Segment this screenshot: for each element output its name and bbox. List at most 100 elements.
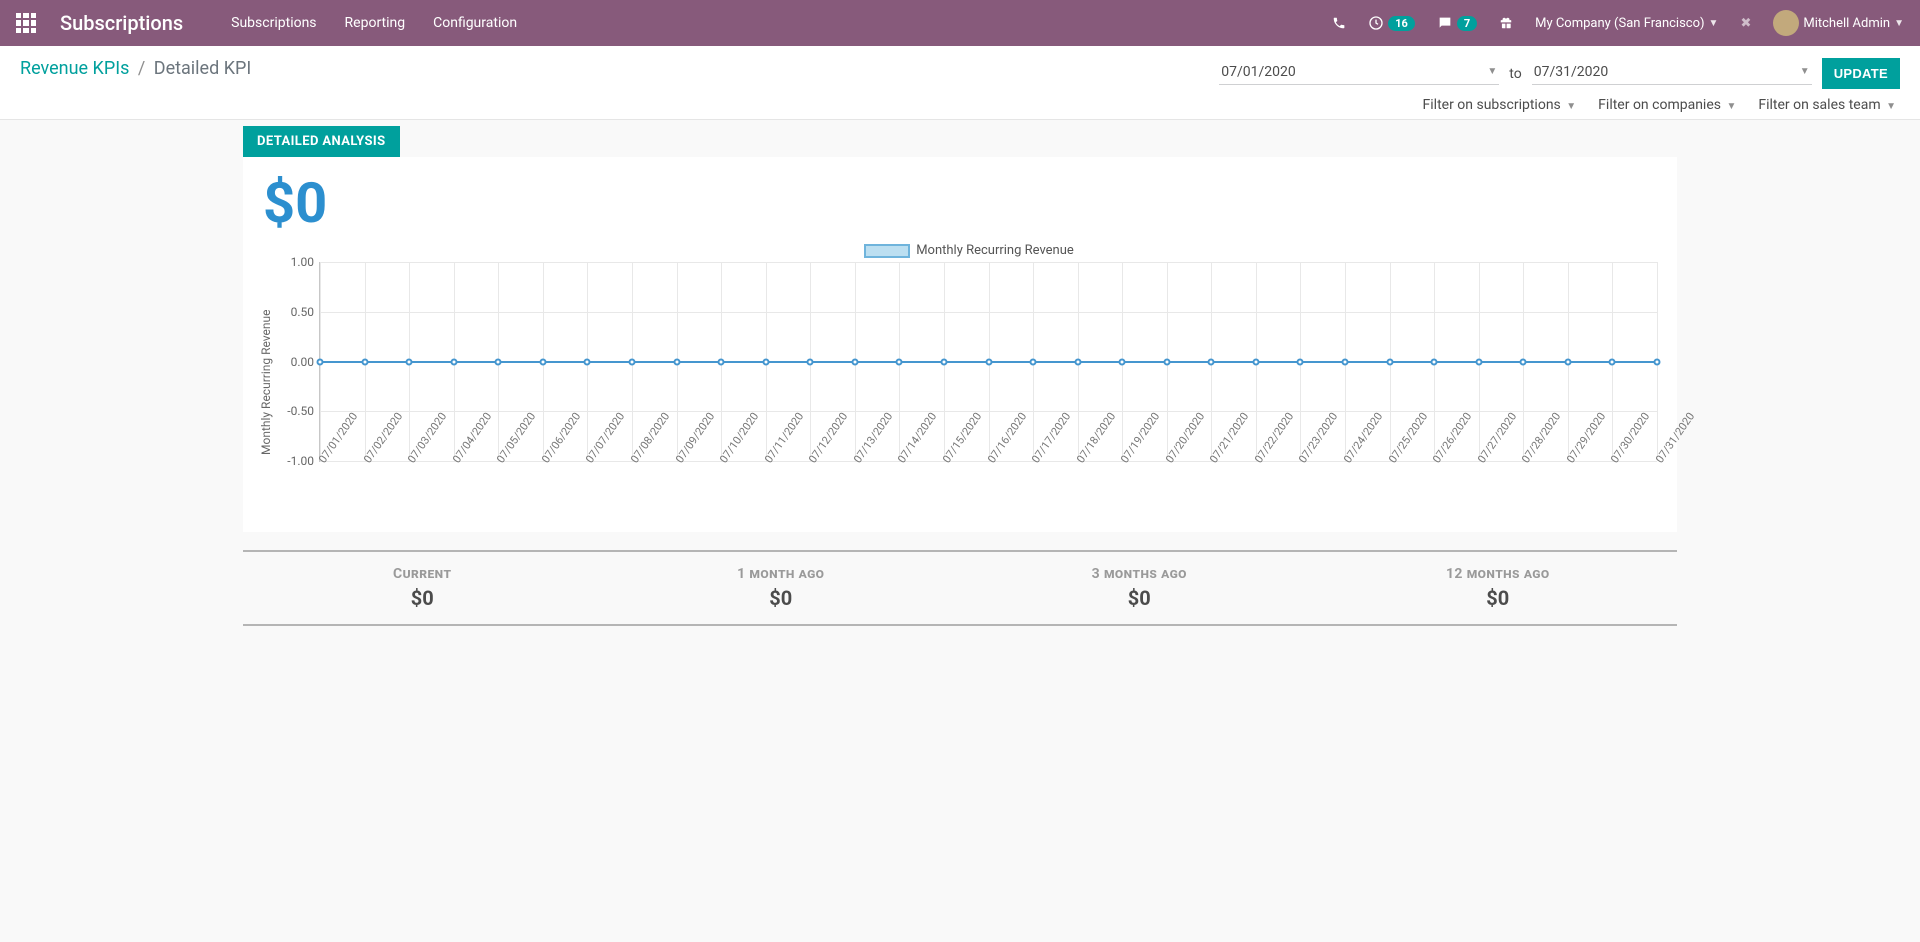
chevron-down-icon: ▼	[1709, 18, 1719, 29]
history-value: $0	[960, 586, 1319, 610]
activity-icon[interactable]: 16	[1368, 15, 1415, 31]
messages-badge: 7	[1457, 16, 1477, 31]
x-tick: 07/16/2020	[985, 410, 1029, 465]
history-label: 12 months ago	[1319, 566, 1678, 582]
data-point[interactable]	[940, 358, 947, 365]
data-point[interactable]	[851, 358, 858, 365]
data-point[interactable]	[1520, 358, 1527, 365]
apps-icon[interactable]	[16, 13, 36, 33]
data-point[interactable]	[450, 358, 457, 365]
chevron-down-icon: ▼	[1566, 101, 1576, 112]
x-tick: 07/20/2020	[1163, 410, 1207, 465]
chevron-down-icon: ▼	[1886, 101, 1896, 112]
filter-companies[interactable]: Filter on companies ▼	[1598, 97, 1736, 113]
chevron-down-icon: ▼	[1726, 101, 1736, 112]
debug-icon[interactable]: ✖	[1740, 16, 1751, 31]
breadcrumb-root[interactable]: Revenue KPIs	[20, 58, 129, 79]
data-point[interactable]	[1030, 358, 1037, 365]
app-brand[interactable]: Subscriptions	[60, 11, 183, 35]
data-point[interactable]	[495, 358, 502, 365]
data-point[interactable]	[807, 358, 814, 365]
company-switcher[interactable]: My Company (San Francisco) ▼	[1535, 16, 1718, 31]
x-tick: 07/22/2020	[1252, 410, 1296, 465]
kpi-card: $0 Monthly Recurring Revenue Monthly Rec…	[243, 157, 1677, 532]
x-tick: 07/29/2020	[1564, 410, 1608, 465]
data-point[interactable]	[584, 358, 591, 365]
x-tick: 07/10/2020	[717, 410, 761, 465]
x-tick: 07/28/2020	[1519, 410, 1563, 465]
data-point[interactable]	[1119, 358, 1126, 365]
data-point[interactable]	[985, 358, 992, 365]
phone-icon[interactable]	[1332, 16, 1346, 30]
history-label: 1 month ago	[602, 566, 961, 582]
y-tick: -1.00	[280, 454, 314, 468]
x-tick: 07/26/2020	[1430, 410, 1474, 465]
history-value: $0	[243, 586, 602, 610]
data-point[interactable]	[1163, 358, 1170, 365]
x-tick: 07/12/2020	[806, 410, 850, 465]
chevron-down-icon: ▼	[1894, 18, 1904, 29]
history-value: $0	[1319, 586, 1678, 610]
history-label: 3 months ago	[960, 566, 1319, 582]
company-name: My Company (San Francisco)	[1535, 16, 1704, 31]
data-point[interactable]	[628, 358, 635, 365]
x-tick: 07/18/2020	[1074, 410, 1118, 465]
chart-legend[interactable]: Monthly Recurring Revenue	[275, 243, 1663, 258]
history-col-3mo: 3 months ago $0	[960, 552, 1319, 624]
data-point[interactable]	[361, 358, 368, 365]
breadcrumb: Revenue KPIs / Detailed KPI	[20, 58, 251, 79]
data-point[interactable]	[539, 358, 546, 365]
data-point[interactable]	[1475, 358, 1482, 365]
data-point[interactable]	[1074, 358, 1081, 365]
y-tick: -0.50	[280, 404, 314, 418]
avatar	[1773, 10, 1799, 36]
data-point[interactable]	[896, 358, 903, 365]
y-tick: 1.00	[280, 255, 314, 269]
data-point[interactable]	[1342, 358, 1349, 365]
activity-badge: 16	[1388, 16, 1415, 31]
x-tick: 07/23/2020	[1296, 410, 1340, 465]
history-value: $0	[602, 586, 961, 610]
data-point[interactable]	[762, 358, 769, 365]
x-tick: 07/11/2020	[762, 410, 806, 465]
chart-plot[interactable]: -1.00-0.500.000.501.0007/01/202007/02/20…	[319, 262, 1657, 462]
y-tick: 0.00	[280, 355, 314, 369]
x-tick: 07/08/2020	[628, 410, 672, 465]
data-point[interactable]	[1252, 358, 1259, 365]
update-button[interactable]: UPDATE	[1822, 58, 1900, 89]
nav-reporting[interactable]: Reporting	[345, 15, 406, 31]
data-point[interactable]	[1609, 358, 1616, 365]
filter-label: Filter on companies	[1598, 97, 1721, 113]
data-point[interactable]	[1208, 358, 1215, 365]
data-point[interactable]	[1654, 358, 1661, 365]
data-point[interactable]	[317, 358, 324, 365]
x-tick: 07/13/2020	[851, 410, 895, 465]
messages-icon[interactable]: 7	[1437, 15, 1477, 31]
user-name: Mitchell Admin	[1803, 16, 1890, 31]
x-tick: 07/19/2020	[1118, 410, 1162, 465]
filter-subscriptions[interactable]: Filter on subscriptions ▼	[1423, 97, 1577, 113]
data-point[interactable]	[406, 358, 413, 365]
data-point[interactable]	[1431, 358, 1438, 365]
data-point[interactable]	[1564, 358, 1571, 365]
chart-y-axis-label: Monthly Recurring Revenue	[257, 243, 275, 522]
nav-configuration[interactable]: Configuration	[433, 15, 517, 31]
data-point[interactable]	[1386, 358, 1393, 365]
x-tick: 07/14/2020	[895, 410, 939, 465]
data-point[interactable]	[1297, 358, 1304, 365]
date-end-input[interactable]: 07/31/2020 ▼	[1532, 62, 1812, 85]
data-point[interactable]	[673, 358, 680, 365]
tab-detailed-analysis[interactable]: DETAILED ANALYSIS	[243, 126, 400, 157]
x-tick: 07/31/2020	[1653, 410, 1697, 465]
data-point[interactable]	[718, 358, 725, 365]
x-tick: 07/03/2020	[405, 410, 449, 465]
x-tick: 07/25/2020	[1386, 410, 1430, 465]
user-menu[interactable]: Mitchell Admin ▼	[1773, 10, 1904, 36]
nav-subscriptions[interactable]: Subscriptions	[231, 15, 316, 31]
filter-sales-team[interactable]: Filter on sales team ▼	[1758, 97, 1896, 113]
date-start-input[interactable]: 07/01/2020 ▼	[1219, 62, 1499, 85]
gift-icon[interactable]	[1499, 16, 1513, 30]
legend-label: Monthly Recurring Revenue	[916, 243, 1074, 258]
filter-label: Filter on subscriptions	[1423, 97, 1561, 113]
x-tick: 07/06/2020	[539, 410, 583, 465]
